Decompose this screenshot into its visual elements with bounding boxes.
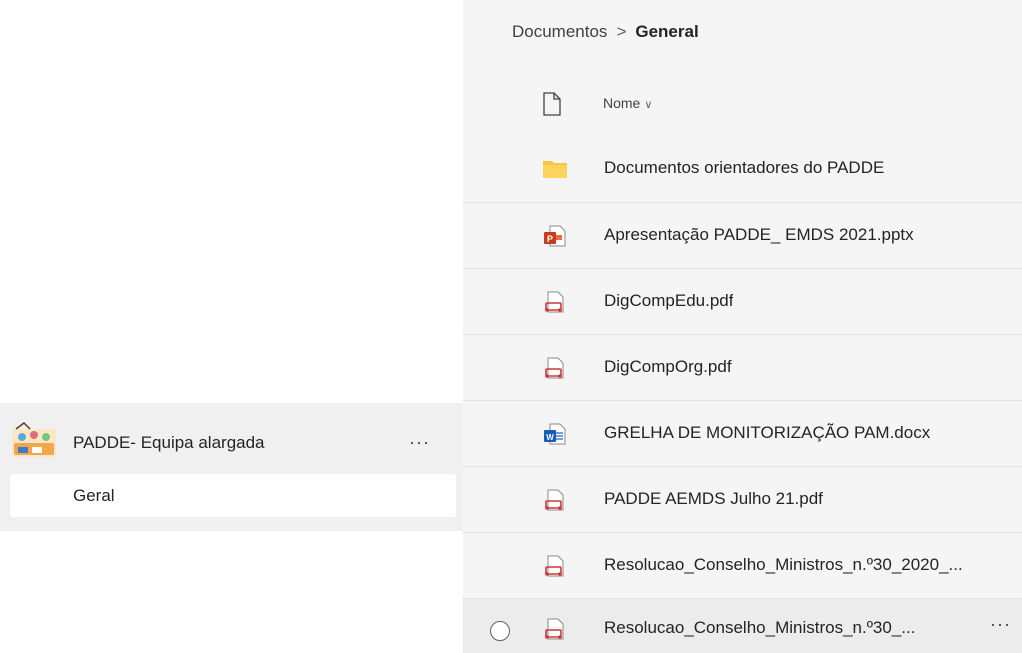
row-select-checkbox[interactable] <box>490 621 510 641</box>
pdf-file-icon <box>545 618 564 640</box>
powerpoint-file-icon: P <box>544 225 566 247</box>
team-more-options-icon[interactable]: ··· <box>409 432 430 453</box>
pdf-file-icon <box>545 489 564 511</box>
breadcrumb-current: General <box>635 22 699 41</box>
team-name: PADDE- Equipa alargada <box>73 433 265 452</box>
file-row[interactable]: PADDE AEMDS Julho 21.pdf <box>463 466 1022 533</box>
file-row[interactable]: Documentos orientadores do PADDE <box>463 136 1022 202</box>
file-name[interactable]: Resolucao_Conselho_Ministros_n.º30_... <box>604 618 915 638</box>
file-name[interactable]: DigCompOrg.pdf <box>604 357 732 377</box>
pdf-file-icon <box>545 357 564 379</box>
breadcrumb: Documentos > General <box>512 22 699 42</box>
file-row[interactable]: Resolucao_Conselho_Ministros_n.º30_... ·… <box>463 598 1022 653</box>
file-name[interactable]: Apresentação PADDE_ EMDS 2021.pptx <box>604 225 914 245</box>
svg-text:W: W <box>546 433 554 442</box>
file-row[interactable]: Resolucao_Conselho_Ministros_n.º30_2020_… <box>463 532 1022 599</box>
channel-item-geral[interactable]: Geral <box>10 474 456 517</box>
channel-label: Geral <box>73 486 115 505</box>
file-name[interactable]: DigCompEdu.pdf <box>604 291 733 311</box>
word-file-icon: W <box>544 423 566 445</box>
pdf-file-icon <box>545 291 564 313</box>
file-row[interactable]: DigCompOrg.pdf <box>463 334 1022 401</box>
file-name[interactable]: GRELHA DE MONITORIZAÇÃO PAM.docx <box>604 423 930 443</box>
team-item[interactable]: PADDE- Equipa alargada ··· <box>0 403 463 467</box>
file-row[interactable]: W GRELHA DE MONITORIZAÇÃO PAM.docx <box>463 400 1022 467</box>
breadcrumb-separator: > <box>616 22 627 41</box>
file-name[interactable]: Documentos orientadores do PADDE <box>604 158 884 178</box>
sort-chevron-icon: ∨ <box>644 99 653 111</box>
file-row[interactable]: DigCompEdu.pdf <box>463 268 1022 335</box>
pdf-file-icon <box>545 555 564 577</box>
file-row[interactable]: P Apresentação PADDE_ EMDS 2021.pptx <box>463 202 1022 269</box>
name-column-header[interactable]: Nome ∨ <box>603 95 652 111</box>
file-name[interactable]: Resolucao_Conselho_Ministros_n.º30_2020_… <box>604 555 963 575</box>
breadcrumb-parent[interactable]: Documentos <box>512 22 607 42</box>
team-block: PADDE- Equipa alargada ··· Geral <box>0 403 463 531</box>
file-name[interactable]: PADDE AEMDS Julho 21.pdf <box>604 489 823 509</box>
file-list-header: Nome ∨ <box>463 76 1022 132</box>
svg-text:P: P <box>547 234 553 244</box>
files-panel: Documentos > General Nome ∨ Documentos or… <box>463 0 1022 653</box>
name-column-label: Nome <box>603 95 641 111</box>
team-avatar-icon <box>12 422 56 457</box>
row-more-options-icon[interactable]: ··· <box>990 614 1011 635</box>
file-type-header-icon <box>543 92 561 116</box>
folder-icon <box>543 161 567 178</box>
